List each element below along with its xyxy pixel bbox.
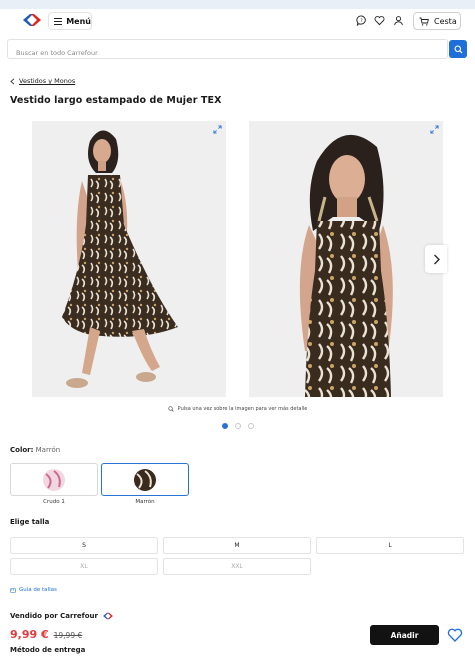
user-icon[interactable] — [393, 15, 404, 26]
delivery-method-heading: Método de entrega — [10, 646, 86, 654]
chevron-right-icon — [433, 254, 440, 264]
carrefour-logo[interactable] — [21, 13, 43, 27]
cart-label: Cesta — [434, 16, 457, 26]
size-guide-label: Guía de tallas — [19, 587, 57, 593]
search-button[interactable] — [449, 40, 467, 58]
color-swatch-crudo — [43, 468, 65, 491]
gallery-pagination — [0, 423, 475, 429]
ruler-icon — [10, 587, 16, 593]
add-to-cart-button[interactable]: Añadir — [370, 625, 439, 645]
price-block: 9,99 € 19,99 € — [10, 628, 82, 641]
size-option-l[interactable]: L — [316, 537, 464, 554]
zoom-icon — [168, 406, 174, 412]
hamburger-icon — [54, 17, 63, 25]
search-icon — [454, 45, 463, 54]
carrefour-logo-small — [103, 612, 113, 620]
heart-icon[interactable] — [374, 15, 385, 26]
breadcrumb: Vestidos y Monos — [10, 77, 75, 85]
color-heading: Color: Marrón — [10, 446, 60, 454]
seller-info: Vendido por Carrefour — [10, 612, 114, 620]
product-image-1[interactable] — [32, 121, 226, 397]
old-price: 19,99 € — [53, 631, 83, 640]
gallery-dot-3[interactable] — [247, 423, 254, 429]
expand-icon[interactable] — [213, 125, 222, 134]
chevron-left-icon — [10, 77, 15, 85]
cart-button[interactable]: Cesta — [413, 12, 461, 30]
seller-label: Vendido por Carrefour — [10, 612, 98, 620]
search-bar — [7, 39, 448, 62]
product-title: Vestido largo estampado de Mujer TEX — [10, 95, 222, 106]
color-option-crudo-label: Crudo 1 — [43, 499, 65, 505]
gallery-hint: Pulsa una vez sobre la imagen para ver m… — [0, 406, 475, 412]
current-price: 9,99 € — [10, 628, 49, 641]
browser-top-strip — [0, 0, 475, 9]
model-close-up-photo — [299, 134, 393, 397]
size-option-s[interactable]: S — [10, 537, 158, 554]
size-guide-link[interactable]: Guía de tallas — [10, 587, 57, 593]
product-image-2[interactable] — [249, 121, 443, 397]
gallery-dot-1[interactable] — [221, 423, 228, 429]
color-selected-value: Marrón — [35, 446, 61, 454]
color-option-marron-label: Marrón — [135, 499, 155, 505]
color-label: Color: — [10, 446, 34, 454]
size-option-m[interactable]: M — [163, 537, 311, 554]
color-option-crudo[interactable] — [10, 463, 98, 496]
expand-icon[interactable] — [430, 125, 439, 134]
breadcrumb-link[interactable]: Vestidos y Monos — [19, 77, 75, 85]
menu-label: Menú — [66, 16, 91, 26]
search-input[interactable] — [8, 44, 447, 62]
size-option-xl[interactable]: XL — [10, 558, 158, 575]
model-full-length-photo — [62, 130, 178, 388]
cart-icon — [419, 17, 429, 26]
chat-help-icon[interactable]: ? — [356, 15, 367, 26]
gallery-hint-text: Pulsa una vez sobre la imagen para ver m… — [177, 406, 308, 412]
color-option-marron[interactable] — [101, 463, 189, 496]
favorite-heart-icon[interactable] — [447, 627, 463, 643]
gallery-dot-2[interactable] — [234, 423, 241, 429]
color-swatch-marron — [134, 468, 156, 491]
site-header: Menú ? Cesta — [0, 9, 475, 39]
size-option-xxl[interactable]: XXL — [163, 558, 311, 575]
size-heading: Elige talla — [10, 518, 50, 526]
gallery-next-button[interactable] — [425, 245, 447, 273]
menu-button[interactable]: Menú — [48, 12, 92, 30]
